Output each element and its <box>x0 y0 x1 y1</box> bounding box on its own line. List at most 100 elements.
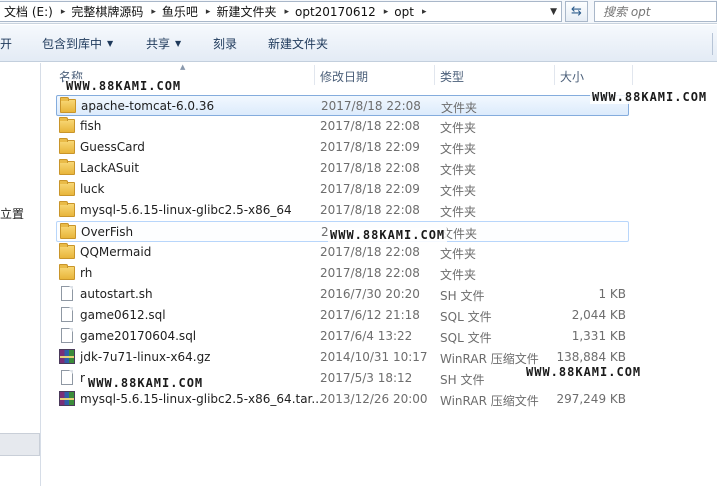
breadcrumb-separator-icon[interactable]: ▸ <box>382 7 391 17</box>
file-type: 文件夹 <box>441 101 478 115</box>
folder-icon <box>59 243 75 259</box>
file-type: 文件夹 <box>440 121 477 135</box>
file-date: 2017/8/18 22:08 <box>320 203 420 217</box>
file-row[interactable]: rh 2017/8/18 22:08 文件夹 <box>56 263 629 284</box>
file-size: 1 KB <box>598 287 626 301</box>
file-name: autostart.sh <box>80 287 153 301</box>
open-button[interactable]: 开 <box>0 31 12 55</box>
chevron-down-icon[interactable]: ▼ <box>550 7 557 17</box>
breadcrumb-separator-icon[interactable]: ▸ <box>282 7 291 17</box>
file-row[interactable]: mysql-5.6.15-linux-glibc2.5-x86_64 2017/8… <box>56 200 629 221</box>
folder-icon <box>60 223 76 239</box>
file-list[interactable]: ▲ 名称 修改日期 类型 大小 apache-tomcat-6.0.36 2017… <box>42 63 717 486</box>
toolbar-divider <box>712 33 713 55</box>
new-folder-label: 新建文件夹 <box>268 36 329 51</box>
file-date: 2017/8/18 22:09 <box>320 140 420 154</box>
breadcrumb-item[interactable]: 完整棋牌源码 <box>67 3 149 20</box>
breadcrumb-item[interactable]: 新建文件夹 <box>212 3 282 20</box>
watermark: WWW.88KAMI.COM <box>524 365 644 379</box>
file-date: 2017/8/18 22:08 <box>320 119 420 133</box>
watermark: WWW.88KAMI.COM <box>590 90 710 104</box>
open-label: 开 <box>0 36 13 51</box>
file-type: 文件夹 <box>440 268 477 282</box>
folder-icon <box>59 264 75 280</box>
file-row[interactable]: game20170604.sql 2017/6/4 13:22 SQL 文件 1,33… <box>56 326 629 347</box>
file-date: 2017/8/18 22:09 <box>320 182 420 196</box>
file-row[interactable]: game0612.sql 2017/6/12 21:18 SQL 文件 2,044 K… <box>56 305 629 326</box>
include-in-library-button[interactable]: 包含到库中 ▼ <box>42 31 113 55</box>
chevron-down-icon: ▼ <box>107 38 114 48</box>
burn-label: 刻录 <box>213 36 238 51</box>
file-size: 1,331 KB <box>571 329 626 343</box>
file-type: 文件夹 <box>440 205 477 219</box>
file-name: GuessCard <box>80 140 145 154</box>
winrar-archive-icon <box>59 349 75 364</box>
file-type: SQL 文件 <box>440 310 492 324</box>
column-size[interactable]: 大小 <box>560 68 584 85</box>
file-row[interactable]: GuessCard 2017/8/18 22:09 文件夹 <box>56 137 629 158</box>
file-row[interactable]: luck 2017/8/18 22:09 文件夹 <box>56 179 629 200</box>
column-type[interactable]: 类型 <box>440 68 464 85</box>
search-box[interactable] <box>594 1 717 22</box>
watermark: WWW.88KAMI.COM <box>328 228 448 242</box>
nav-item-selected[interactable] <box>0 433 40 456</box>
file-row[interactable]: fish 2017/8/18 22:08 文件夹 <box>56 116 629 137</box>
file-name: luck <box>80 182 105 196</box>
breadcrumb-item[interactable]: 鱼乐吧 <box>158 3 204 20</box>
file-name: fish <box>80 119 102 133</box>
file-date: 2017/6/12 21:18 <box>320 308 420 322</box>
file-name: jdk-7u71-linux-x64.gz <box>80 350 211 364</box>
breadcrumb-separator-icon[interactable]: ▸ <box>59 7 68 17</box>
file-type: SQL 文件 <box>440 331 492 345</box>
breadcrumb-item[interactable]: 文档 (E:) <box>0 3 59 20</box>
file-row[interactable]: QQMermaid 2017/8/18 22:08 文件夹 <box>56 242 629 263</box>
file-row[interactable]: apache-tomcat-6.0.36 2017/8/18 22:08 文件夹 <box>56 95 629 116</box>
column-divider[interactable] <box>314 65 315 85</box>
folder-icon <box>59 180 75 196</box>
nav-item-location[interactable]: 立置 <box>0 205 24 222</box>
breadcrumb-item[interactable]: opt <box>390 5 420 19</box>
breadcrumb[interactable]: 文档 (E:) ▸ 完整棋牌源码 ▸ 鱼乐吧 ▸ 新建文件夹 ▸ opt2017… <box>0 1 562 22</box>
share-button[interactable]: 共享 ▼ <box>146 31 181 55</box>
breadcrumb-separator-icon[interactable]: ▸ <box>149 7 158 17</box>
document-icon <box>61 328 73 343</box>
file-type: 文件夹 <box>440 142 477 156</box>
share-label: 共享 <box>146 36 171 51</box>
column-divider[interactable] <box>632 65 633 85</box>
file-date: 2017/8/18 22:08 <box>321 99 421 113</box>
winrar-archive-icon <box>59 391 75 406</box>
column-modified[interactable]: 修改日期 <box>320 68 368 85</box>
file-date: 2017/5/3 18:12 <box>320 371 413 385</box>
breadcrumb-item[interactable]: opt20170612 <box>291 5 382 19</box>
address-bar: 文档 (E:) ▸ 完整棋牌源码 ▸ 鱼乐吧 ▸ 新建文件夹 ▸ opt2017… <box>0 0 717 24</box>
folder-icon <box>60 97 76 113</box>
file-type: WinRAR 压缩文件 <box>440 394 539 408</box>
refresh-button[interactable]: ⇆ <box>565 1 588 22</box>
file-size: 297,249 KB <box>556 392 626 406</box>
file-type: SH 文件 <box>440 289 485 303</box>
include-library-label: 包含到库中 <box>42 36 103 51</box>
breadcrumb-separator-icon[interactable]: ▸ <box>204 7 213 17</box>
file-row[interactable]: autostart.sh 2016/7/30 20:20 SH 文件 1 KB <box>56 284 629 305</box>
file-type: 文件夹 <box>440 163 477 177</box>
file-type: SH 文件 <box>440 373 485 387</box>
column-divider[interactable] <box>554 65 555 85</box>
file-name: rh <box>80 266 93 280</box>
chevron-down-icon: ▼ <box>175 38 182 48</box>
file-date: 2017/8/18 22:08 <box>320 266 420 280</box>
breadcrumb-separator-icon[interactable]: ▸ <box>420 7 429 17</box>
navigation-pane[interactable]: 立置 <box>0 63 41 486</box>
search-input[interactable] <box>603 4 713 20</box>
burn-button[interactable]: 刻录 <box>213 31 237 55</box>
file-row[interactable]: LackASuit 2017/8/18 22:08 文件夹 <box>56 158 629 179</box>
document-icon <box>61 286 73 301</box>
file-name: mysql-5.6.15-linux-glibc2.5-x86_64 <box>80 203 292 217</box>
file-name: game0612.sql <box>80 308 166 322</box>
file-name: game20170604.sql <box>80 329 197 343</box>
refresh-icon: ⇆ <box>571 4 582 19</box>
file-row[interactable]: mysql-5.6.15-linux-glibc2.5-x86_64.tar..… <box>56 389 629 410</box>
command-bar: 开 包含到库中 ▼ 共享 ▼ 刻录 新建文件夹 <box>0 25 717 62</box>
column-divider[interactable] <box>434 65 435 85</box>
new-folder-button[interactable]: 新建文件夹 <box>268 31 328 55</box>
file-date: 2017/6/4 13:22 <box>320 329 413 343</box>
